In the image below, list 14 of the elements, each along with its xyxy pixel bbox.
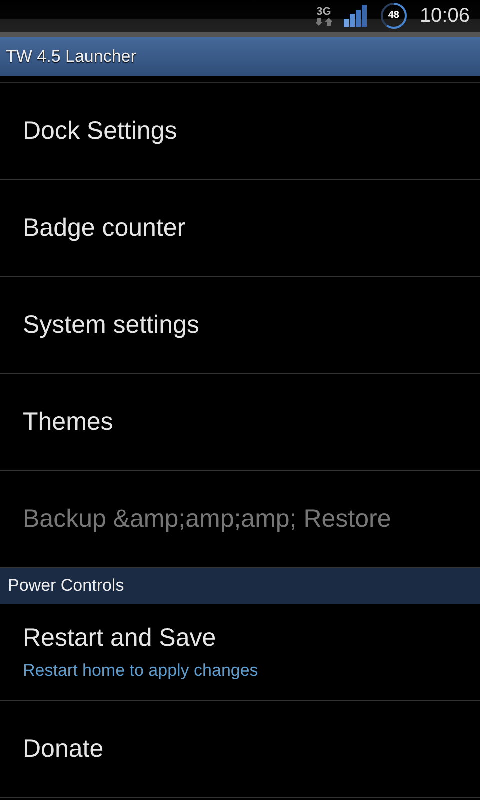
preference-item[interactable]: Donate [0,701,480,798]
preference-item[interactable]: Restart and Save Restart home to apply changes [0,604,480,701]
signal-icon [344,5,368,27]
network-type: 3G [316,6,332,18]
app-title: TW 4.5 Launcher [6,46,136,66]
preference-item[interactable]: Badge counter [0,180,480,277]
clock: 10:06 [420,4,470,28]
preference-item[interactable]: Themes [0,374,480,471]
data-arrows-icon [316,18,332,26]
preference-item[interactable]: System settings [0,277,480,374]
battery-indicator: 48 [380,2,408,30]
category-title: Power Controls [8,576,124,596]
item-summary: Restart home to apply changes [23,660,260,680]
preference-item[interactable]: Dock Settings [0,83,480,180]
